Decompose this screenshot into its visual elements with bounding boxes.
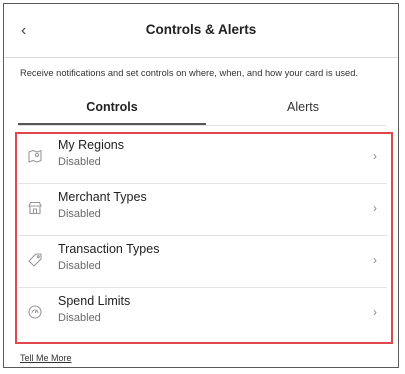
control-title: Merchant Types	[58, 190, 147, 204]
control-title: My Regions	[58, 138, 124, 152]
control-item-spend-limits[interactable]: Spend Limits Disabled ›	[18, 288, 387, 339]
chevron-right-icon: ›	[373, 253, 377, 267]
tab-bar: Controls Alerts	[4, 90, 398, 126]
control-item-transaction-types[interactable]: Transaction Types Disabled ›	[18, 236, 387, 288]
tag-icon	[28, 253, 42, 267]
control-title: Spend Limits	[58, 294, 131, 308]
description-text: Receive notifications and set controls o…	[20, 68, 358, 78]
map-pin-icon	[28, 149, 42, 163]
tab-alerts[interactable]: Alerts	[218, 90, 388, 126]
controls-alerts-panel: ‹ Controls & Alerts Receive notification…	[3, 3, 399, 368]
gauge-icon	[28, 305, 42, 319]
tell-me-more-link[interactable]: Tell Me More	[20, 353, 72, 363]
header-bar: ‹ Controls & Alerts	[4, 4, 398, 58]
control-status: Disabled	[58, 312, 101, 324]
chevron-right-icon: ›	[373, 305, 377, 319]
controls-list: My Regions Disabled › Merchant Types Dis…	[18, 132, 387, 339]
control-status: Disabled	[58, 156, 101, 168]
control-status: Disabled	[58, 208, 101, 220]
storefront-icon	[28, 201, 42, 215]
page-title: Controls & Alerts	[145, 22, 257, 37]
chevron-right-icon: ›	[373, 201, 377, 215]
tab-divider	[18, 125, 386, 126]
control-item-my-regions[interactable]: My Regions Disabled ›	[18, 132, 387, 184]
control-status: Disabled	[58, 260, 101, 272]
control-item-merchant-types[interactable]: Merchant Types Disabled ›	[18, 184, 387, 236]
tab-controls[interactable]: Controls	[18, 90, 206, 126]
chevron-right-icon: ›	[373, 149, 377, 163]
control-title: Transaction Types	[58, 242, 160, 256]
